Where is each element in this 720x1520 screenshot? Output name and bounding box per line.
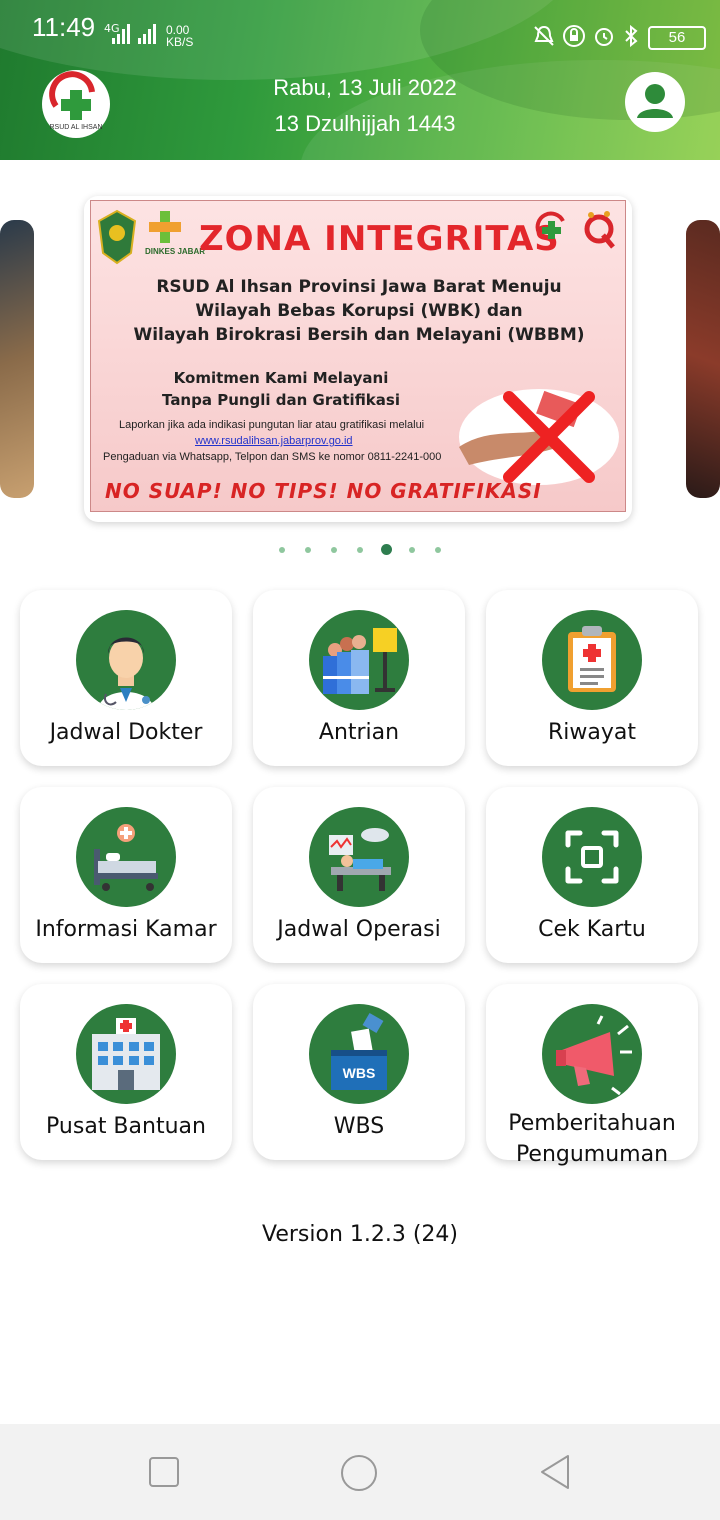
complaint-text: Pengaduan via Whatsapp, Telpon dan SMS k… [103, 451, 442, 463]
carousel-dot-active[interactable] [380, 544, 392, 555]
carousel-dot[interactable] [409, 547, 415, 553]
hijri-date: 13 Dzulhijjah 1443 [274, 111, 456, 136]
carousel-dot[interactable] [331, 547, 337, 553]
speed-unit: KB/S [166, 35, 194, 49]
report-text: Laporkan jika ada indikasi pungutan liar… [119, 419, 425, 431]
menu-label: Informasi Kamar [35, 917, 217, 942]
carousel-indicator [0, 542, 720, 558]
menu-label: Riwayat [548, 720, 636, 745]
signal-icon [138, 24, 156, 44]
app-header: 11:49 4G 0.00 KB/S 56 RSUD AL IHSAN Rabu… [0, 0, 720, 160]
carousel-dot[interactable] [279, 547, 285, 553]
banner-line-3: Wilayah Birokrasi Bersih dan Melayani (W… [133, 325, 585, 345]
quality-accreditation-icon [584, 211, 615, 249]
menu-cek-kartu[interactable]: Cek Kartu [486, 787, 698, 963]
bluetooth-icon [625, 24, 638, 48]
banner-card[interactable]: DINKES JABAR ZONA INTEGRITAS RSUD Al Ihs… [84, 196, 632, 522]
signal-icon [112, 24, 130, 44]
menu-label: Jadwal Operasi [277, 917, 441, 942]
doctor-icon [76, 610, 176, 710]
menu-pemberitahuan[interactable]: Pemberitahuan Pengumuman [486, 984, 698, 1167]
scan-card-icon [542, 807, 642, 907]
hospital-logo-icon: RSUD AL IHSAN [49, 71, 103, 131]
menu-riwayat[interactable]: Riwayat [486, 590, 698, 766]
menu-label-line-2: Pengumuman [515, 1142, 669, 1167]
user-icon [637, 84, 673, 118]
bribe-prohibited-icon [459, 389, 619, 485]
menu-jadwal-dokter[interactable]: Jadwal Dokter [20, 590, 232, 766]
banner-slogan: NO SUAP! NO TIPS! NO GRATIFIKASI [105, 479, 542, 503]
banner-line-1: RSUD Al Ihsan Provinsi Jawa Barat Menuju [156, 277, 562, 297]
menu-label: Cek Kartu [538, 917, 646, 942]
menu-wbs[interactable]: WBS WBS [253, 984, 465, 1160]
commitment-line-2: Tanpa Pungli dan Gratifikasi [162, 391, 400, 409]
commitment-line-1: Komitmen Kami Melayani [173, 369, 389, 387]
status-icons [532, 24, 640, 48]
wbs-badge: WBS [343, 1065, 376, 1081]
dinkes-label: DINKES JABAR [145, 247, 206, 256]
west-java-emblem-icon [97, 209, 137, 265]
menu-antrian[interactable]: Antrian [253, 590, 465, 766]
hospital-logo: RSUD AL IHSAN [42, 70, 110, 138]
alarm-icon [595, 28, 613, 46]
website-link[interactable]: www.rsudalihsan.jabarprov.go.id [195, 435, 353, 447]
banner-line-2: Wilayah Bebas Korupsi (WBK) dan [195, 301, 523, 321]
megaphone-icon [542, 1004, 642, 1104]
hospital-bed-icon [76, 807, 176, 907]
bell-muted-icon [534, 25, 554, 46]
dinkes-logo-icon [149, 211, 181, 243]
banner-title: ZONA INTEGRITAS [199, 219, 560, 259]
menu-informasi-kamar[interactable]: Informasi Kamar [20, 787, 232, 963]
menu-jadwal-operasi[interactable]: Jadwal Operasi [253, 787, 465, 963]
prev-banner-peek[interactable] [0, 220, 34, 498]
carousel-dot[interactable] [357, 547, 363, 553]
menu-label-line-1: Pemberitahuan [508, 1111, 676, 1136]
menu-label: Pemberitahuan Pengumuman [486, 1108, 698, 1170]
rsud-logo-icon [535, 211, 565, 239]
app-version: Version 1.2.3 (24) [261, 1222, 459, 1247]
ballot-box-icon: WBS [309, 1004, 409, 1104]
carousel-dot[interactable] [435, 547, 441, 553]
status-bar: 11:49 4G 0.00 KB/S 56 [0, 0, 720, 56]
carousel-dot[interactable] [305, 547, 311, 553]
zona-integritas-banner: DINKES JABAR ZONA INTEGRITAS RSUD Al Ihs… [90, 200, 626, 512]
next-banner-peek[interactable] [686, 220, 720, 498]
battery-indicator: 56 [648, 26, 706, 50]
profile-button[interactable] [625, 72, 685, 132]
queue-icon [309, 610, 409, 710]
recents-icon[interactable] [148, 1456, 180, 1488]
menu-label: Antrian [318, 720, 400, 745]
lock-rotation-icon [563, 25, 585, 47]
header-dates: Rabu, 13 Juli 2022 13 Dzulhijjah 1443 [190, 70, 540, 142]
home-icon[interactable] [340, 1454, 378, 1492]
system-nav-bar [0, 1424, 720, 1520]
gregorian-date: Rabu, 13 Juli 2022 [273, 75, 457, 100]
menu-label: Jadwal Dokter [49, 720, 203, 745]
banner-carousel[interactable]: DINKES JABAR ZONA INTEGRITAS RSUD Al Ihs… [0, 190, 720, 530]
hospital-building-icon [76, 1004, 176, 1104]
clipboard-icon [542, 610, 642, 710]
status-time: 11:49 [32, 12, 96, 42]
network-speed: 0.00 KB/S [166, 24, 193, 48]
menu-pusat-bantuan[interactable]: Pusat Bantuan [20, 984, 232, 1160]
logo-text: RSUD AL IHSAN [49, 124, 102, 131]
menu-label: WBS [333, 1114, 385, 1139]
operating-room-icon [309, 807, 409, 907]
back-icon[interactable] [538, 1454, 572, 1490]
menu-label: Pusat Bantuan [46, 1114, 206, 1139]
